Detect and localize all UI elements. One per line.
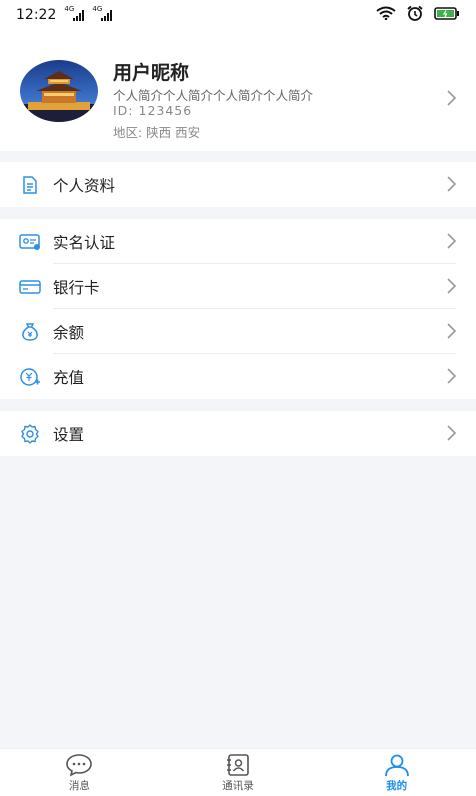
avatar[interactable] — [20, 60, 98, 122]
menu-item-personal-info[interactable]: 个人资料 — [0, 162, 476, 207]
profile-id: ID: 123456 — [113, 103, 193, 118]
chevron-right-icon — [446, 425, 457, 441]
profile-nickname: 用户昵称 — [113, 62, 190, 84]
chevron-right-icon — [446, 278, 457, 294]
contacts-icon — [224, 753, 252, 777]
menu-section-profile: 个人资料 — [0, 162, 476, 207]
menu-item-balance[interactable]: 余额 — [0, 309, 476, 354]
tab-contacts[interactable]: 通讯录 — [159, 749, 318, 796]
recharge-icon — [19, 366, 41, 388]
menu-label-personal-info: 个人资料 — [53, 176, 116, 195]
chevron-right-icon — [446, 323, 457, 339]
chevron-right-icon — [446, 233, 457, 249]
menu-item-recharge[interactable]: 充值 — [0, 354, 476, 399]
tab-messages[interactable]: 消息 — [0, 749, 159, 796]
profile-region: 地区: 陕西 西安 — [113, 125, 201, 140]
menu-label-recharge: 充值 — [53, 368, 85, 387]
menu-section-settings: 设置 — [0, 411, 476, 456]
bottom-tab-bar: 消息 通讯录 我的 — [0, 748, 476, 796]
profile-bio: 个人简介个人简介个人简介个人简介 — [113, 88, 314, 103]
wifi-icon — [376, 6, 396, 24]
user-icon — [383, 753, 411, 777]
cell-signal-icon: 4G — [64, 6, 85, 21]
id-card-icon — [19, 231, 41, 253]
tab-label-me: 我的 — [386, 780, 408, 792]
battery-icon — [434, 6, 460, 24]
chevron-right-icon — [446, 176, 457, 192]
menu-label-real-name: 实名认证 — [53, 233, 116, 252]
bank-card-icon — [19, 276, 41, 298]
chevron-right-icon — [446, 368, 457, 384]
menu-label-balance: 余额 — [53, 323, 85, 342]
menu-label-bank-card: 银行卡 — [53, 278, 100, 297]
alarm-icon — [406, 5, 424, 25]
menu-section-finance: 实名认证 银行卡 余额 充值 — [0, 219, 476, 399]
gear-icon — [19, 423, 41, 445]
document-icon — [19, 174, 41, 196]
profile-card[interactable]: 用户昵称 个人简介个人简介个人简介个人简介 ID: 123456 地区: 陕西 … — [0, 30, 476, 151]
tab-label-messages: 消息 — [68, 780, 90, 792]
status-bar: 12:22 4G 4G — [0, 0, 476, 30]
status-time: 12:22 — [16, 7, 57, 23]
tab-label-contacts: 通讯录 — [222, 780, 254, 792]
tab-me[interactable]: 我的 — [317, 749, 476, 796]
menu-item-real-name[interactable]: 实名认证 — [0, 219, 476, 264]
cell-signal-icon-2: 4G — [92, 6, 113, 21]
menu-item-settings[interactable]: 设置 — [0, 411, 476, 456]
chevron-right-icon — [446, 90, 457, 106]
message-icon — [65, 753, 93, 777]
money-bag-icon — [19, 321, 41, 343]
menu-item-bank-card[interactable]: 银行卡 — [0, 264, 476, 309]
menu-label-settings: 设置 — [53, 425, 85, 444]
